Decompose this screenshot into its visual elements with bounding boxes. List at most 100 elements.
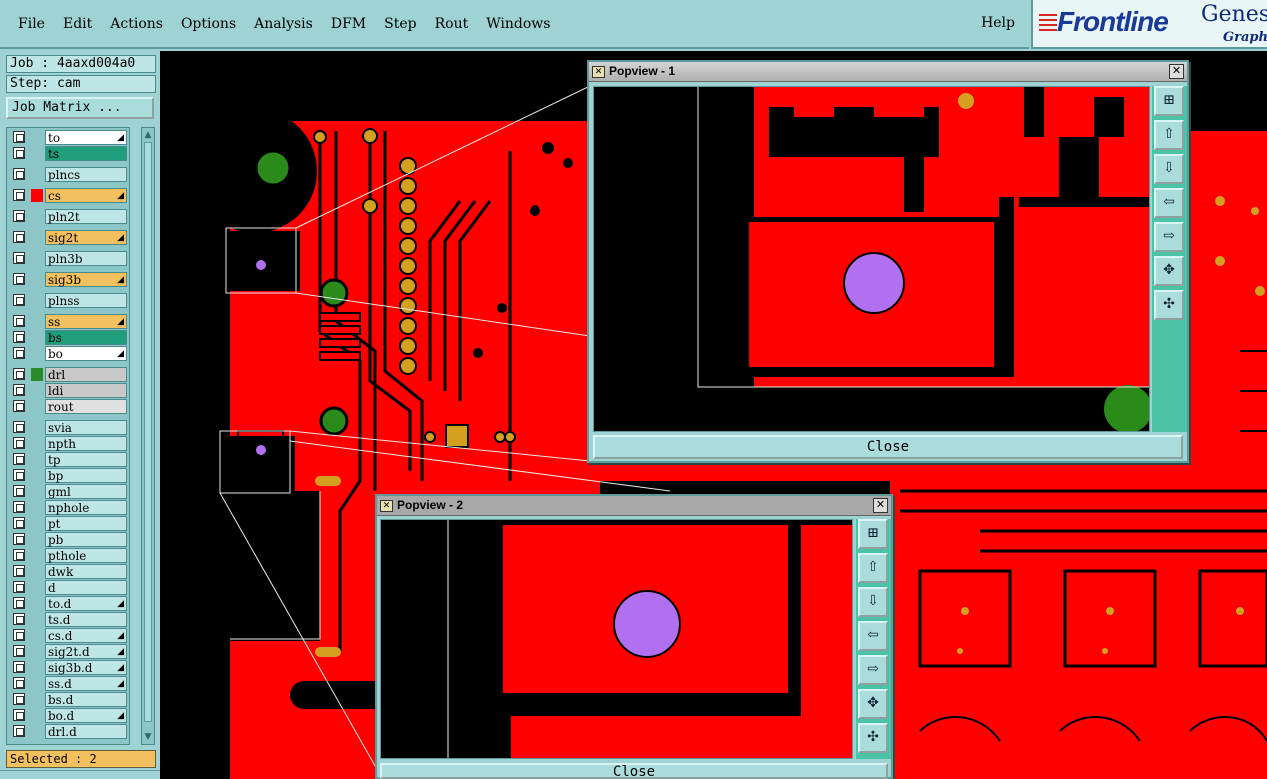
layer-name[interactable]: bs.d <box>45 692 127 707</box>
layer-checkbox[interactable] <box>13 384 25 396</box>
layer-checkbox[interactable] <box>13 581 25 593</box>
layer-name[interactable]: bo ◢ <box>45 346 127 361</box>
layer-name[interactable]: plncs <box>45 167 127 182</box>
layer-name[interactable]: cs ◢ <box>45 188 127 203</box>
layer-checkbox[interactable] <box>13 485 25 497</box>
layer-row-ldi[interactable]: ldi <box>9 383 129 398</box>
pan-up-icon[interactable]: ⇧ <box>858 553 888 583</box>
layer-checkbox[interactable] <box>13 294 25 306</box>
menu-actions[interactable]: Actions <box>110 16 163 32</box>
menu-rout[interactable]: Rout <box>435 16 469 32</box>
zoom-out-icon[interactable]: ✣ <box>858 723 888 753</box>
layer-checkbox[interactable] <box>13 661 25 673</box>
layer-row-nphole[interactable]: nphole <box>9 500 129 515</box>
popview-2-close-button[interactable]: Close <box>380 763 888 779</box>
layer-name[interactable]: svia <box>45 420 127 435</box>
layer-checkbox[interactable] <box>13 533 25 545</box>
layer-checkbox[interactable] <box>13 421 25 433</box>
layer-checkbox[interactable] <box>13 231 25 243</box>
popview-1-view[interactable] <box>593 86 1150 432</box>
layer-name[interactable]: ts.d <box>45 612 127 627</box>
scroll-up-icon[interactable]: ▲ <box>143 130 153 140</box>
layer-checkbox[interactable] <box>13 331 25 343</box>
layer-checkbox[interactable] <box>13 501 25 513</box>
layer-row-rout[interactable]: rout <box>9 399 129 414</box>
layer-name[interactable]: d <box>45 580 127 595</box>
layer-row-drl[interactable]: drl <box>9 367 129 382</box>
layer-checkbox[interactable] <box>13 210 25 222</box>
layer-name[interactable]: tp <box>45 452 127 467</box>
layer-name[interactable]: sig2t.d ◢ <box>45 644 127 659</box>
layer-name[interactable]: to ◢ <box>45 130 127 145</box>
layer-checkbox[interactable] <box>13 693 25 705</box>
pan-left-icon[interactable]: ⇦ <box>858 621 888 651</box>
layer-checkbox[interactable] <box>13 168 25 180</box>
layer-checkbox[interactable] <box>13 453 25 465</box>
layer-row-bs-d[interactable]: bs.d <box>9 692 129 707</box>
layer-row-cs-d[interactable]: cs.d ◢ <box>9 628 129 643</box>
layer-name[interactable]: ldi <box>45 383 127 398</box>
layer-checkbox[interactable] <box>13 273 25 285</box>
layer-name[interactable]: sig2t ◢ <box>45 230 127 245</box>
layer-name[interactable]: drl <box>45 367 127 382</box>
layer-name[interactable]: sig3b ◢ <box>45 272 127 287</box>
pan-down-icon[interactable]: ⇩ <box>1154 154 1184 184</box>
layer-name[interactable]: bs <box>45 330 127 345</box>
layer-row-sig2t-d[interactable]: sig2t.d ◢ <box>9 644 129 659</box>
layer-name[interactable]: npth <box>45 436 127 451</box>
popview-1-window[interactable]: ✕ Popview - 1 ✕ ⊞ ⇧ ⇩ ⇦ ⇨ ✥ ✣ Close <box>587 60 1189 463</box>
layer-row-pthole[interactable]: pthole <box>9 548 129 563</box>
layer-checkbox[interactable] <box>13 517 25 529</box>
layer-row-plnss[interactable]: plnss <box>9 293 129 308</box>
layer-row-bp[interactable]: bp <box>9 468 129 483</box>
zoom-home-icon[interactable]: ⊞ <box>858 519 888 549</box>
layer-row-ss-d[interactable]: ss.d ◢ <box>9 676 129 691</box>
layer-name[interactable]: pb <box>45 532 127 547</box>
popview-2-close-icon[interactable]: ✕ <box>873 498 888 513</box>
layer-checkbox[interactable] <box>13 131 25 143</box>
layer-checkbox[interactable] <box>13 613 25 625</box>
layer-row-plncs[interactable]: plncs <box>9 167 129 182</box>
layer-row-dwk[interactable]: dwk <box>9 564 129 579</box>
layer-name[interactable]: drl.d <box>45 724 127 739</box>
pan-left-icon[interactable]: ⇦ <box>1154 188 1184 218</box>
popview-1-close-icon[interactable]: ✕ <box>1169 64 1184 79</box>
layer-row-d[interactable]: d <box>9 580 129 595</box>
window-menu-icon[interactable]: ✕ <box>592 66 605 78</box>
layer-row-bo-d[interactable]: bo.d ◢ <box>9 708 129 723</box>
layer-checkbox[interactable] <box>13 315 25 327</box>
layer-row-bs[interactable]: bs <box>9 330 129 345</box>
layer-name[interactable]: ss.d ◢ <box>45 676 127 691</box>
layer-row-pln3b[interactable]: pln3b <box>9 251 129 266</box>
zoom-out-icon[interactable]: ✣ <box>1154 290 1184 320</box>
layer-checkbox[interactable] <box>13 549 25 561</box>
layer-row-svia[interactable]: svia <box>9 420 129 435</box>
layer-name[interactable]: pthole <box>45 548 127 563</box>
scroll-down-icon[interactable]: ▼ <box>143 732 153 742</box>
layer-name[interactable]: dwk <box>45 564 127 579</box>
pan-up-icon[interactable]: ⇧ <box>1154 120 1184 150</box>
window-menu-icon[interactable]: ✕ <box>380 500 393 512</box>
layer-row-to[interactable]: to ◢ <box>9 130 129 145</box>
layer-row-gml[interactable]: gml <box>9 484 129 499</box>
pan-right-icon[interactable]: ⇨ <box>858 655 888 685</box>
layer-checkbox[interactable] <box>13 347 25 359</box>
menu-help[interactable]: Help <box>981 15 1015 31</box>
layer-checkbox[interactable] <box>13 437 25 449</box>
layer-checkbox[interactable] <box>13 469 25 481</box>
popview-2-titlebar[interactable]: ✕ Popview - 2 ✕ <box>377 496 891 516</box>
layer-checkbox[interactable] <box>13 629 25 641</box>
layer-checkbox[interactable] <box>13 709 25 721</box>
layer-row-sig2t[interactable]: sig2t ◢ <box>9 230 129 245</box>
zoom-in-icon[interactable]: ✥ <box>858 689 888 719</box>
layer-row-tp[interactable]: tp <box>9 452 129 467</box>
layer-name[interactable]: pt <box>45 516 127 531</box>
layer-checkbox[interactable] <box>13 400 25 412</box>
layer-name[interactable]: bo.d ◢ <box>45 708 127 723</box>
popview-2-window[interactable]: ✕ Popview - 2 ✕ ⊞ ⇧ ⇩ ⇦ ⇨ ✥ ✣ Close <box>375 494 893 779</box>
layer-list-scrollbar[interactable]: ▲ ▼ <box>141 127 155 745</box>
layer-row-to-d[interactable]: to.d ◢ <box>9 596 129 611</box>
layer-checkbox[interactable] <box>13 725 25 737</box>
layer-row-bo[interactable]: bo ◢ <box>9 346 129 361</box>
layer-name[interactable]: bp <box>45 468 127 483</box>
